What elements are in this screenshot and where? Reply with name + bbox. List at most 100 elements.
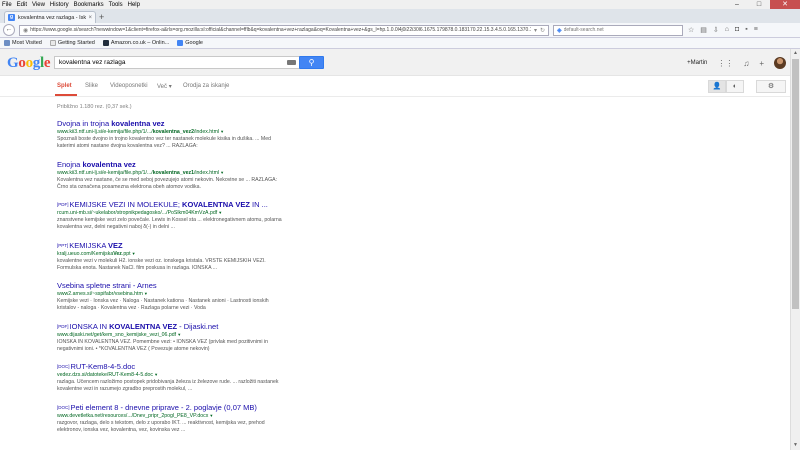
new-tab-icon[interactable]: +: [99, 12, 104, 22]
scroll-up-icon[interactable]: ▲: [791, 49, 800, 58]
result-title-part: KEMIJSKE VEZI IN MOLEKULE;: [69, 200, 183, 209]
search-results: Dvojna in trojna kovalentna vez www.kii3.…: [57, 119, 287, 443]
file-type-tag: [DOC]: [57, 364, 70, 369]
result-title-link[interactable]: [PDF]KEMIJSKE VEZI IN MOLEKULE; KOVALENT…: [57, 200, 287, 209]
url-bar[interactable]: ◉ https://www.google.si/search?newwindow…: [19, 24, 549, 36]
personal-results-icon[interactable]: 👤: [708, 80, 726, 93]
user-link[interactable]: +Martin: [687, 60, 707, 66]
result-title-link[interactable]: [PPT]KEMIJSKA VEZ: [57, 241, 287, 250]
result-title-part: Dvojna in trojna: [57, 119, 112, 128]
scroll-thumb[interactable]: [792, 59, 799, 309]
url-text[interactable]: https://www.google.si/search?newwindow=1…: [30, 27, 531, 33]
menu-icon[interactable]: ≡: [754, 26, 758, 34]
result-url-part: kovalentna_vez1: [152, 169, 194, 176]
google-search-box[interactable]: [54, 56, 301, 69]
close-window-icon[interactable]: ✕: [770, 0, 800, 9]
result-snippet: razgovor, razlaga, delo s tekstom, delo …: [57, 419, 265, 433]
bookmark-getting-started[interactable]: Getting Started: [49, 40, 95, 46]
result-title-part: KOVALENTNA VEZ: [182, 200, 250, 209]
result-title-part: VEZ: [108, 240, 123, 250]
result-options-arrow-icon[interactable]: ▼: [131, 251, 136, 256]
search-engine-icon[interactable]: ◈: [557, 27, 562, 34]
settings-gear-icon[interactable]: ⚙: [756, 80, 786, 93]
menu-tools[interactable]: Tools: [109, 2, 123, 8]
tab-web[interactable]: Splet: [57, 83, 72, 89]
home-icon[interactable]: ⌂: [725, 26, 729, 34]
minimize-icon[interactable]: –: [726, 0, 748, 9]
share-plus-icon[interactable]: +: [759, 59, 764, 68]
result-options-arrow-icon[interactable]: ▼: [143, 291, 148, 296]
globe-icon: ◉: [23, 27, 29, 34]
tab-search-tools[interactable]: Orodja za iskanje: [183, 83, 229, 89]
reload-icon[interactable]: ↻: [540, 27, 545, 34]
search-button[interactable]: ⚲: [299, 56, 324, 69]
bookmark-star-icon[interactable]: ☆: [688, 26, 694, 34]
menu-view[interactable]: View: [32, 2, 45, 8]
bookmark-label: Amazon.co.uk – Onlin...: [110, 40, 170, 46]
tab-images[interactable]: Slike: [85, 83, 98, 89]
bookmark-most-visited[interactable]: Most Visited: [4, 40, 42, 46]
result-title-part: IN ...: [249, 200, 268, 209]
tab-videos[interactable]: Videoposnetki: [110, 83, 148, 89]
addon-icon[interactable]: ▪: [745, 26, 747, 34]
browser-search-box[interactable]: ◈: [553, 24, 683, 36]
result-url-part: kralj.ueuo.com/Kemijska: [57, 250, 114, 257]
menu-bookmarks[interactable]: Bookmarks: [74, 2, 104, 8]
result-options-arrow-icon[interactable]: ▼: [219, 129, 224, 134]
clipboard-icon[interactable]: ▤: [700, 26, 707, 34]
result-title-part: RUT-Kem8-4-5.doc: [70, 362, 136, 371]
google-logo[interactable]: Google: [7, 55, 51, 72]
result-title-link[interactable]: Enojna kovalentna vez: [57, 160, 287, 169]
result-url-part: /index.html: [193, 169, 220, 176]
tab-more[interactable]: Več ▾: [157, 83, 172, 90]
window-controls: – □ ✕: [726, 0, 800, 9]
apps-grid-icon[interactable]: ⋮⋮: [717, 59, 733, 68]
result-title-link[interactable]: [PDF]IONSKA IN KOVALENTNA VEZ - Dijaski.…: [57, 322, 287, 331]
menu-history[interactable]: History: [50, 2, 69, 8]
browser-search-input[interactable]: [563, 27, 679, 33]
result-title-link[interactable]: [DOC]RUT-Kem8-4-5.doc: [57, 362, 287, 371]
result-options-arrow-icon[interactable]: ▼: [176, 332, 181, 337]
download-icon[interactable]: ⇩: [713, 26, 719, 34]
menu-file[interactable]: File: [2, 2, 12, 8]
result-snippet: Spoznali boste dvojno in trojno kovalent…: [57, 136, 271, 149]
result-url-part: www.devetletka.net/resources/.../Dnev_pr…: [57, 412, 209, 419]
result-options-arrow-icon[interactable]: ▼: [219, 170, 224, 175]
result-title-part: IONSKA IN: [69, 321, 110, 331]
tab-close-icon[interactable]: ×: [88, 15, 92, 21]
browser-tab[interactable]: g kovalentna vez razlaga - Isk... ×: [4, 11, 96, 23]
bookmark-google[interactable]: Google: [177, 40, 203, 46]
results-view-tools: 👤 ◐ ⚙: [708, 80, 786, 93]
global-results-icon[interactable]: ◐: [726, 80, 744, 93]
search-result: [PPT]KEMIJSKA VEZ kralj.ueuo.com/Kemijska…: [57, 241, 287, 272]
menu-bar: File Edit View History Bookmarks Tools H…: [0, 0, 800, 9]
keyboard-icon[interactable]: [287, 60, 296, 65]
dropdown-arrow-icon[interactable]: ▾: [534, 27, 537, 34]
result-snippet: razlaga. Učencem razložimo postopek prid…: [57, 379, 279, 392]
bookmark-label: Google: [185, 40, 203, 46]
result-options-arrow-icon[interactable]: ▼: [153, 372, 158, 377]
result-url: rcum.uni-mb.si/~ukelabor/stropnikpedagos…: [57, 209, 287, 217]
result-options-arrow-icon[interactable]: ▼: [217, 210, 222, 215]
result-options-arrow-icon[interactable]: ▼: [208, 413, 213, 418]
result-title-link[interactable]: Vsebina spletne strani - Arnes: [57, 281, 287, 290]
menu-edit[interactable]: Edit: [17, 2, 27, 8]
shield-icon[interactable]: ◘: [735, 26, 739, 34]
page-scrollbar[interactable]: ▲ ▼: [790, 49, 800, 450]
notifications-bell-icon[interactable]: ♫: [743, 59, 749, 68]
scroll-down-icon[interactable]: ▼: [791, 441, 800, 450]
maximize-icon[interactable]: □: [748, 0, 770, 9]
file-type-tag: [PPT]: [57, 242, 69, 248]
result-url: www.dijaski.net/get/kem_sno_kemijske_vez…: [57, 331, 287, 339]
google-search-input[interactable]: [59, 59, 287, 66]
result-title-link[interactable]: Dvojna in trojna kovalentna vez: [57, 119, 287, 128]
result-title-part: kovalentna vez: [82, 159, 136, 169]
avatar[interactable]: [774, 57, 786, 69]
google-icon: [177, 40, 184, 46]
result-title-link[interactable]: [DOC]Peti element 8 - dnevne priprave - …: [57, 403, 287, 412]
back-arrow-icon[interactable]: ←: [3, 24, 15, 36]
bookmark-amazon[interactable]: Amazon.co.uk – Onlin...: [102, 40, 170, 46]
result-url-part: www.dijaski.net/get/kem_sno_kemijske_vez…: [57, 331, 177, 338]
search-result: Dvojna in trojna kovalentna vez www.kii3.…: [57, 119, 287, 150]
menu-help[interactable]: Help: [128, 2, 140, 8]
